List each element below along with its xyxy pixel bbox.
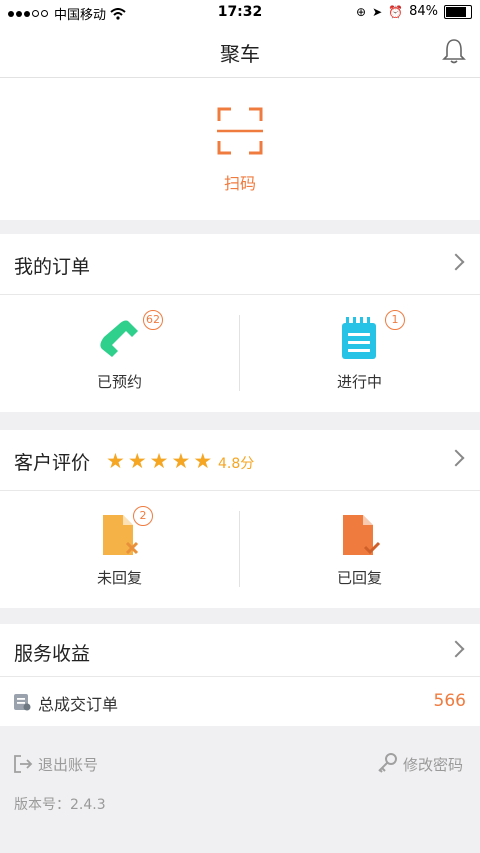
orders-header[interactable]: 我的订单 — [0, 234, 480, 295]
badge: 62 — [143, 310, 163, 330]
rotation-lock-icon: ⊕ — [356, 4, 367, 19]
battery-icon — [444, 4, 472, 19]
notepad-icon — [342, 317, 376, 359]
version-text: 版本号：2.4.3 — [14, 797, 106, 813]
star-icon: ★ — [127, 449, 147, 473]
scan-label[interactable]: 扫码 — [0, 170, 480, 194]
order-in-progress-label: 进行中 — [336, 373, 382, 391]
chevron-right-icon — [447, 640, 465, 658]
scan-icon[interactable] — [217, 107, 263, 155]
earnings-section: 服务收益 总成交订单 566 — [0, 624, 480, 726]
star-icon: ★ — [193, 449, 213, 473]
status-right: ⊕ ➤ ⏰ 84% — [356, 4, 472, 19]
star-icon: ★ — [106, 449, 125, 473]
badge: 1 — [385, 310, 405, 330]
order-reserved[interactable]: 62 已预约 — [0, 295, 239, 413]
reviews-section: 客户评价 ★ ★ ★ ★ ★ 4.8分 2 未回复 已回复 — [0, 430, 480, 608]
phone-icon — [100, 320, 138, 357]
alarm-icon: ⏰ — [388, 4, 404, 19]
review-replied[interactable]: 已回复 — [240, 491, 479, 609]
rating-stars: ★ ★ ★ ★ ★ — [106, 449, 213, 473]
order-reserved-label: 已预约 — [96, 373, 142, 391]
battery-percent: 84% — [409, 4, 438, 19]
review-unreplied[interactable]: 2 未回复 — [0, 491, 239, 609]
change-password-button[interactable]: 修改密码 — [403, 754, 463, 775]
earnings-header[interactable]: 服务收益 — [0, 624, 480, 677]
list-icon — [14, 694, 31, 711]
status-bar: 中国移动 17:32 ⊕ ➤ ⏰ 84% — [0, 0, 480, 26]
reviews-title: 客户评价 — [14, 452, 91, 474]
review-unreplied-label: 未回复 — [96, 569, 142, 587]
review-replied-label: 已回复 — [336, 569, 382, 587]
nav-bar: 聚车 — [0, 26, 480, 78]
key-icon[interactable] — [376, 752, 398, 774]
badge: 2 — [133, 506, 153, 526]
star-icon: ★ — [149, 449, 169, 473]
orders-section: 我的订单 62 已预约 1 进行中 — [0, 234, 480, 412]
rating-score: 4.8分 — [218, 456, 255, 472]
document-check-icon — [343, 515, 381, 555]
earnings-title: 服务收益 — [14, 643, 91, 665]
order-in-progress[interactable]: 1 进行中 — [240, 295, 479, 413]
logout-button[interactable]: 退出账号 — [38, 754, 98, 775]
page-title: 聚车 — [220, 42, 260, 66]
total-orders-label: 总成交订单 — [38, 695, 119, 714]
location-icon: ➤ — [372, 4, 383, 19]
bell-icon[interactable] — [442, 38, 466, 64]
reviews-header[interactable]: 客户评价 ★ ★ ★ ★ ★ 4.8分 — [0, 430, 480, 491]
chevron-right-icon — [447, 253, 465, 271]
logout-icon[interactable] — [13, 754, 33, 774]
chevron-right-icon — [447, 449, 465, 467]
total-orders-value: 566 — [433, 691, 466, 711]
total-orders-row[interactable]: 总成交订单 566 — [0, 677, 480, 726]
scan-section[interactable]: 扫码 — [0, 78, 480, 220]
star-icon: ★ — [171, 449, 191, 473]
orders-title: 我的订单 — [14, 256, 91, 278]
